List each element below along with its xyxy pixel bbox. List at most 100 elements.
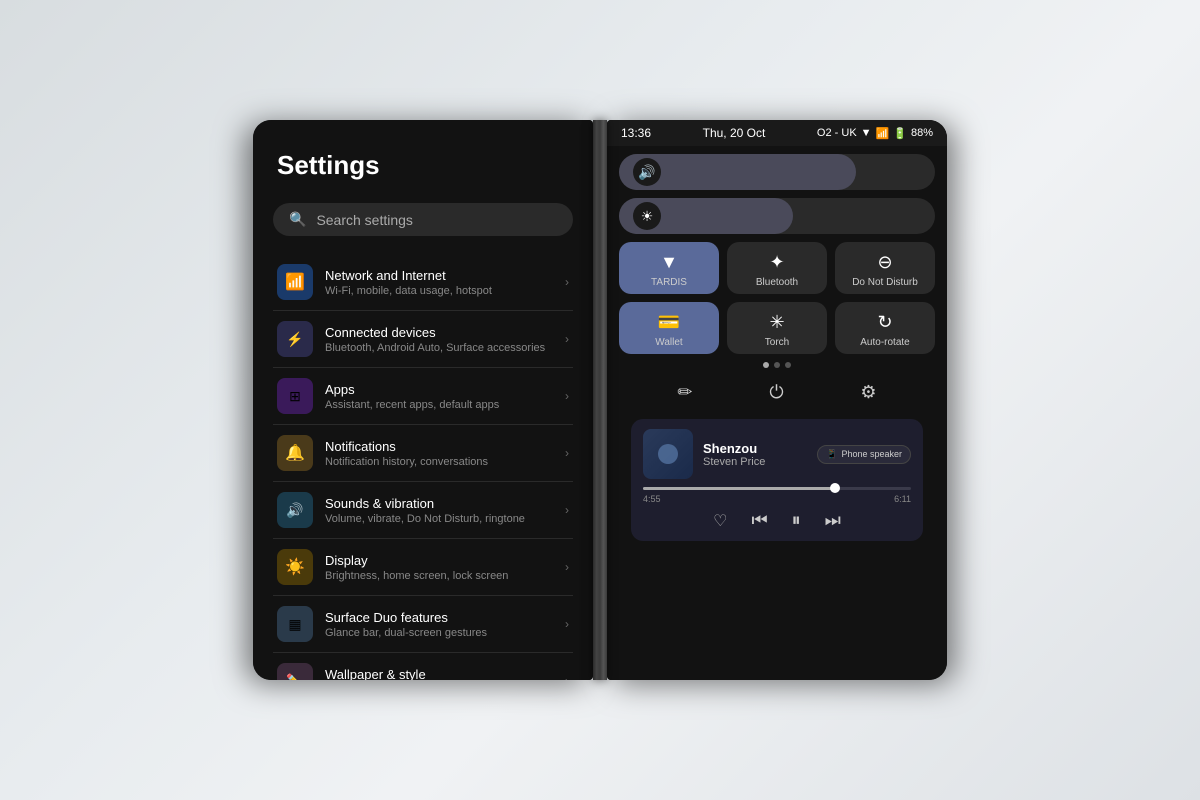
surface-content: Surface Duo features Glance bar, dual-sc… [325, 610, 565, 639]
chevron-right-icon: › [565, 446, 569, 460]
progress-row: 4:55 6:11 [643, 487, 911, 504]
settings-item-sounds[interactable]: 🔊 Sounds & vibration Volume, vibrate, Do… [273, 482, 573, 539]
status-time: 13:36 [621, 126, 651, 140]
network-icon: 📶 [277, 264, 313, 300]
surface-subtitle: Glance bar, dual-screen gestures [325, 627, 565, 639]
settings-item-notifications[interactable]: 🔔 Notifications Notification history, co… [273, 425, 573, 482]
album-art [643, 429, 693, 479]
connected-subtitle: Bluetooth, Android Auto, Surface accesso… [325, 342, 565, 354]
volume-icon: 🔊 [633, 158, 661, 186]
tiles-row-2: 💳 Wallet ✳ Torch ↻ Auto-rotate [619, 302, 935, 354]
edit-icon[interactable]: ✏ [677, 382, 692, 403]
dual-screen-device: Settings 🔍 Search settings 📶 Network and… [253, 120, 947, 680]
next-button[interactable]: ⏭ [825, 510, 841, 531]
progress-bar[interactable] [643, 487, 911, 490]
music-player: Shenzou Steven Price 📱 Phone speaker [631, 419, 923, 541]
signal-icon: ▼ [861, 127, 872, 139]
bluetooth-tile-label: Bluetooth [756, 277, 798, 288]
play-pause-button[interactable]: ⏸ [792, 510, 801, 531]
like-button[interactable]: ♡ [713, 511, 727, 531]
carrier-label: O2 - UK [817, 127, 857, 139]
wallpaper-content: Wallpaper & style Surface wallpapers, Bi… [325, 667, 565, 681]
settings-item-network[interactable]: 📶 Network and Internet Wi-Fi, mobile, da… [273, 254, 573, 311]
dot-1 [763, 362, 769, 368]
wallet-tile[interactable]: 💳 Wallet [619, 302, 719, 354]
settings-item-connected[interactable]: ⚡ Connected devices Bluetooth, Android A… [273, 311, 573, 368]
chevron-right-icon: › [565, 332, 569, 346]
music-title: Shenzou [703, 441, 807, 456]
speaker-badge[interactable]: 📱 Phone speaker [817, 445, 911, 464]
page-dots [619, 362, 935, 368]
notifications-content: Notifications Notification history, conv… [325, 439, 565, 468]
music-controls: ♡ ⏮ ⏸ ⏭ [643, 510, 911, 531]
settings-list: 📶 Network and Internet Wi-Fi, mobile, da… [273, 254, 573, 680]
total-time: 6:11 [894, 494, 911, 504]
wifi-tile-label: TARDIS [651, 277, 687, 288]
volume-slider[interactable]: 🔊 [619, 154, 935, 190]
tiles-row-1: ▼ TARDIS ✦ Bluetooth ⊖ Do Not Disturb [619, 242, 935, 294]
surface-title: Surface Duo features [325, 610, 565, 625]
wifi-tile[interactable]: ▼ TARDIS [619, 242, 719, 294]
status-indicators: O2 - UK ▼ 📶 🔋 88% [817, 127, 933, 140]
connected-content: Connected devices Bluetooth, Android Aut… [325, 325, 565, 354]
apps-subtitle: Assistant, recent apps, default apps [325, 399, 565, 411]
display-subtitle: Brightness, home screen, lock screen [325, 570, 565, 582]
progress-times: 4:55 6:11 [643, 494, 911, 504]
search-bar[interactable]: 🔍 Search settings [273, 203, 573, 236]
autorotate-tile-icon: ↻ [877, 312, 892, 333]
wallet-tile-icon: 💳 [658, 312, 680, 333]
wallpaper-title: Wallpaper & style [325, 667, 565, 681]
speaker-label: Phone speaker [841, 449, 902, 459]
music-header: Shenzou Steven Price 📱 Phone speaker [643, 429, 911, 479]
dot-2 [774, 362, 780, 368]
notifications-title: Notifications [325, 439, 565, 454]
network-subtitle: Wi-Fi, mobile, data usage, hotspot [325, 285, 565, 297]
notifications-icon: 🔔 [277, 435, 313, 471]
device-hinge [593, 120, 607, 680]
torch-tile-label: Torch [765, 337, 789, 348]
dnd-tile-label: Do Not Disturb [852, 277, 918, 288]
settings-item-display[interactable]: ☀️ Display Brightness, home screen, lock… [273, 539, 573, 596]
chevron-right-icon: › [565, 275, 569, 289]
connected-title: Connected devices [325, 325, 565, 340]
torch-tile[interactable]: ✳ Torch [727, 302, 827, 354]
search-input[interactable]: Search settings [316, 212, 413, 228]
brightness-slider[interactable]: ☀ [619, 198, 935, 234]
music-artist: Steven Price [703, 456, 807, 468]
autorotate-tile-label: Auto-rotate [860, 337, 909, 348]
dnd-tile-icon: ⊖ [877, 252, 892, 273]
display-content: Display Brightness, home screen, lock sc… [325, 553, 565, 582]
left-screen: Settings 🔍 Search settings 📶 Network and… [253, 120, 593, 680]
sounds-content: Sounds & vibration Volume, vibrate, Do N… [325, 496, 565, 525]
wallet-tile-label: Wallet [655, 337, 682, 348]
progress-fill [643, 487, 836, 490]
settings-item-wallpaper[interactable]: ✏️ Wallpaper & style Surface wallpapers,… [273, 653, 573, 680]
dnd-tile[interactable]: ⊖ Do Not Disturb [835, 242, 935, 294]
chevron-right-icon: › [565, 560, 569, 574]
battery-percent: 88% [911, 127, 933, 139]
network-content: Network and Internet Wi-Fi, mobile, data… [325, 268, 565, 297]
settings-item-surface[interactable]: ▦ Surface Duo features Glance bar, dual-… [273, 596, 573, 653]
connected-icon: ⚡ [277, 321, 313, 357]
album-art-disc [658, 444, 678, 464]
power-icon[interactable]: ⏻ [769, 382, 783, 403]
apps-icon: ⊞ [277, 378, 313, 414]
search-icon: 🔍 [289, 211, 306, 228]
previous-button[interactable]: ⏮ [751, 510, 767, 531]
wifi-icon: 📶 [876, 127, 890, 140]
battery-icon: 🔋 [893, 127, 907, 140]
settings-item-apps[interactable]: ⊞ Apps Assistant, recent apps, default a… [273, 368, 573, 425]
quick-settings-panel: 🔊 ☀ ▼ TARDIS ✦ Bluetooth [607, 146, 947, 549]
surface-icon: ▦ [277, 606, 313, 642]
bluetooth-tile[interactable]: ✦ Bluetooth [727, 242, 827, 294]
chevron-right-icon: › [565, 503, 569, 517]
bluetooth-tile-icon: ✦ [769, 252, 784, 273]
status-date: Thu, 20 Oct [703, 126, 766, 140]
settings-gear-icon[interactable]: ⚙ [860, 382, 876, 403]
chevron-right-icon: › [565, 617, 569, 631]
sounds-subtitle: Volume, vibrate, Do Not Disturb, rington… [325, 513, 565, 525]
network-title: Network and Internet [325, 268, 565, 283]
sounds-title: Sounds & vibration [325, 496, 565, 511]
autorotate-tile[interactable]: ↻ Auto-rotate [835, 302, 935, 354]
notifications-subtitle: Notification history, conversations [325, 456, 565, 468]
